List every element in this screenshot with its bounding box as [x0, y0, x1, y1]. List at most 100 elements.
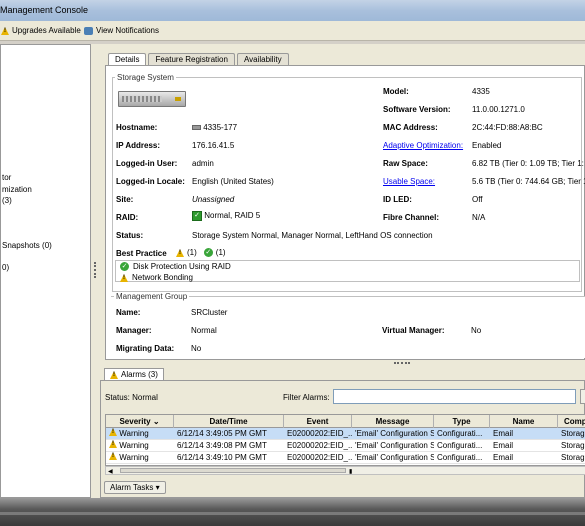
severity-cell: Warning — [106, 428, 174, 440]
message-cell: 'Email' Configuration S... — [355, 453, 434, 462]
horizontal-scrollbar[interactable]: ◀ ▮ — [105, 466, 585, 475]
navigation-tree[interactable]: tor mization (3) Snapshots (0) 0) — [0, 44, 91, 498]
column-severity[interactable]: Severity ⌄ — [106, 415, 174, 428]
view-notifications-button[interactable]: View Notifications — [84, 26, 159, 35]
event-cell: E02000202:EID_... — [287, 441, 352, 450]
id-led-label: ID LED: — [383, 195, 412, 204]
fibre-channel-value: N/A — [472, 213, 486, 222]
mg-manager-value: Normal — [191, 326, 217, 335]
column-datetime[interactable]: Date/Time — [174, 415, 284, 428]
component-cell: Storag — [561, 441, 585, 450]
ip-label: IP Address: — [116, 141, 161, 150]
vertical-splitter[interactable] — [91, 44, 100, 498]
warning-icon — [109, 440, 117, 448]
message-cell: 'Email' Configuration S... — [355, 441, 434, 450]
adaptive-optimization-link[interactable]: Adaptive Optimization: — [383, 141, 463, 150]
usable-space-value: 5.6 TB (Tier 0: 744.64 GB; Tier 1: 4 — [472, 177, 585, 186]
usable-space-link[interactable]: Usable Space: — [383, 177, 435, 186]
event-cell: E02000202:EID_... — [287, 453, 352, 462]
alarm-tasks-button[interactable]: Alarm Tasks ▾ — [104, 481, 166, 494]
notifications-label: View Notifications — [96, 26, 159, 35]
tab-availability[interactable]: Availability — [236, 53, 289, 65]
component-cell: Storag — [561, 453, 585, 462]
raid-value: ✓ Normal, RAID 5 — [192, 211, 260, 221]
scroll-grip-icon: ▮ — [349, 469, 353, 475]
status-label: Status: — [116, 231, 144, 240]
warning-icon — [176, 248, 184, 257]
id-led-value: Off — [472, 195, 483, 204]
upgrades-available-button[interactable]: Upgrades Available — [1, 26, 81, 35]
raw-space-value: 6.82 TB (Tier 0: 1.09 TB; Tier 1: 5. — [472, 159, 585, 168]
table-row[interactable]: Warning 6/12/14 3:49:08 PM GMT E02000202… — [106, 440, 585, 452]
notifications-icon — [84, 26, 93, 35]
upgrades-label: Upgrades Available — [12, 26, 81, 35]
scrollbar-thumb[interactable] — [120, 468, 346, 473]
nav-item[interactable]: tor — [2, 173, 11, 182]
software-value: 11.0.00.1271.0 — [472, 105, 525, 114]
scroll-left-icon[interactable]: ◀ — [108, 468, 113, 475]
type-cell: Configurati... — [437, 429, 483, 438]
table-row[interactable]: Warning 6/12/14 3:49:10 PM GMT E02000202… — [106, 452, 585, 464]
table-row[interactable]: Warning 6/12/14 3:49:05 PM GMT E02000202… — [106, 428, 585, 440]
adaptive-value: Enabled — [472, 141, 502, 150]
name-cell: Email — [493, 441, 514, 450]
bp-item-label: Network Bonding — [132, 273, 193, 282]
ok-icon: ✓ — [120, 262, 129, 271]
locale-value: English (United States) — [192, 177, 274, 186]
best-practice-summary: (1) ✓ (1) — [176, 248, 226, 257]
status-value: Storage System Normal, Manager Normal, L… — [192, 231, 433, 240]
taskbar-stripe — [0, 512, 585, 515]
nav-item[interactable]: mization — [2, 185, 32, 194]
horizontal-splitter[interactable] — [100, 360, 585, 366]
nav-item[interactable]: (3) — [2, 196, 12, 205]
datetime-cell: 6/12/14 3:49:05 PM GMT — [177, 429, 267, 438]
tab-strip: Details Feature Registration Availabilit… — [108, 53, 289, 65]
logged-user-value: admin — [192, 159, 214, 168]
storage-system-title: Storage System — [115, 73, 176, 82]
splitter-grip — [94, 262, 96, 278]
hostname-label: Hostname: — [116, 123, 158, 132]
column-message[interactable]: Message — [352, 415, 434, 428]
type-cell: Configurati... — [437, 441, 483, 450]
tab-feature-registration[interactable]: Feature Registration — [148, 53, 235, 65]
column-label: Severity — [119, 417, 151, 426]
model-value: 4335 — [472, 87, 490, 96]
filter-alarms-input[interactable] — [333, 389, 576, 404]
mg-migrating-value: No — [191, 344, 202, 353]
tab-details[interactable]: Details — [108, 53, 147, 65]
splitter-grip — [394, 362, 410, 364]
column-component[interactable]: Comp — [558, 415, 585, 428]
mac-value: 2C:44:FD:88:A8:BC — [472, 123, 543, 132]
toolbar: Upgrades Available View Notifications — [0, 21, 585, 41]
raid-text: Normal, RAID 5 — [204, 211, 261, 221]
warning-icon — [110, 370, 118, 379]
bp-item-raid[interactable]: ✓ Disk Protection Using RAID — [120, 262, 231, 271]
alarm-status: Status: Normal — [105, 393, 158, 402]
column-type[interactable]: Type — [434, 415, 490, 428]
software-label: Software Version: — [383, 105, 451, 114]
site-label: Site: — [116, 195, 134, 204]
alarms-panel: Status: Normal Filter Alarms: Severity ⌄… — [100, 380, 585, 498]
name-cell: Email — [493, 429, 514, 438]
warning-icon — [120, 273, 128, 282]
check-icon: ✓ — [192, 211, 202, 221]
locale-label: Logged-in Locale: — [116, 177, 185, 186]
ok-icon: ✓ — [203, 248, 213, 257]
bp-item-network-bonding[interactable]: Network Bonding — [120, 273, 193, 282]
management-group: Management Group Name: SRCluster Manager… — [111, 292, 585, 358]
severity-text: Warning — [119, 441, 149, 450]
severity-text: Warning — [119, 429, 149, 438]
nav-item[interactable]: Snapshots (0) — [2, 241, 52, 250]
filter-button[interactable] — [580, 389, 585, 404]
storage-system-image — [118, 91, 186, 107]
tab-alarms[interactable]: Alarms (3) — [104, 368, 164, 380]
hostname-value: 4335-177 — [192, 123, 237, 132]
column-name[interactable]: Name — [490, 415, 558, 428]
column-event[interactable]: Event — [284, 415, 352, 428]
warning-icon — [1, 26, 9, 35]
taskbar — [0, 498, 585, 526]
nav-item[interactable]: 0) — [2, 263, 9, 272]
sort-desc-icon: ⌄ — [152, 417, 160, 426]
alarms-table: Severity ⌄ Date/Time Event Message Type … — [105, 414, 585, 466]
title-bar: Management Console — [0, 0, 585, 21]
